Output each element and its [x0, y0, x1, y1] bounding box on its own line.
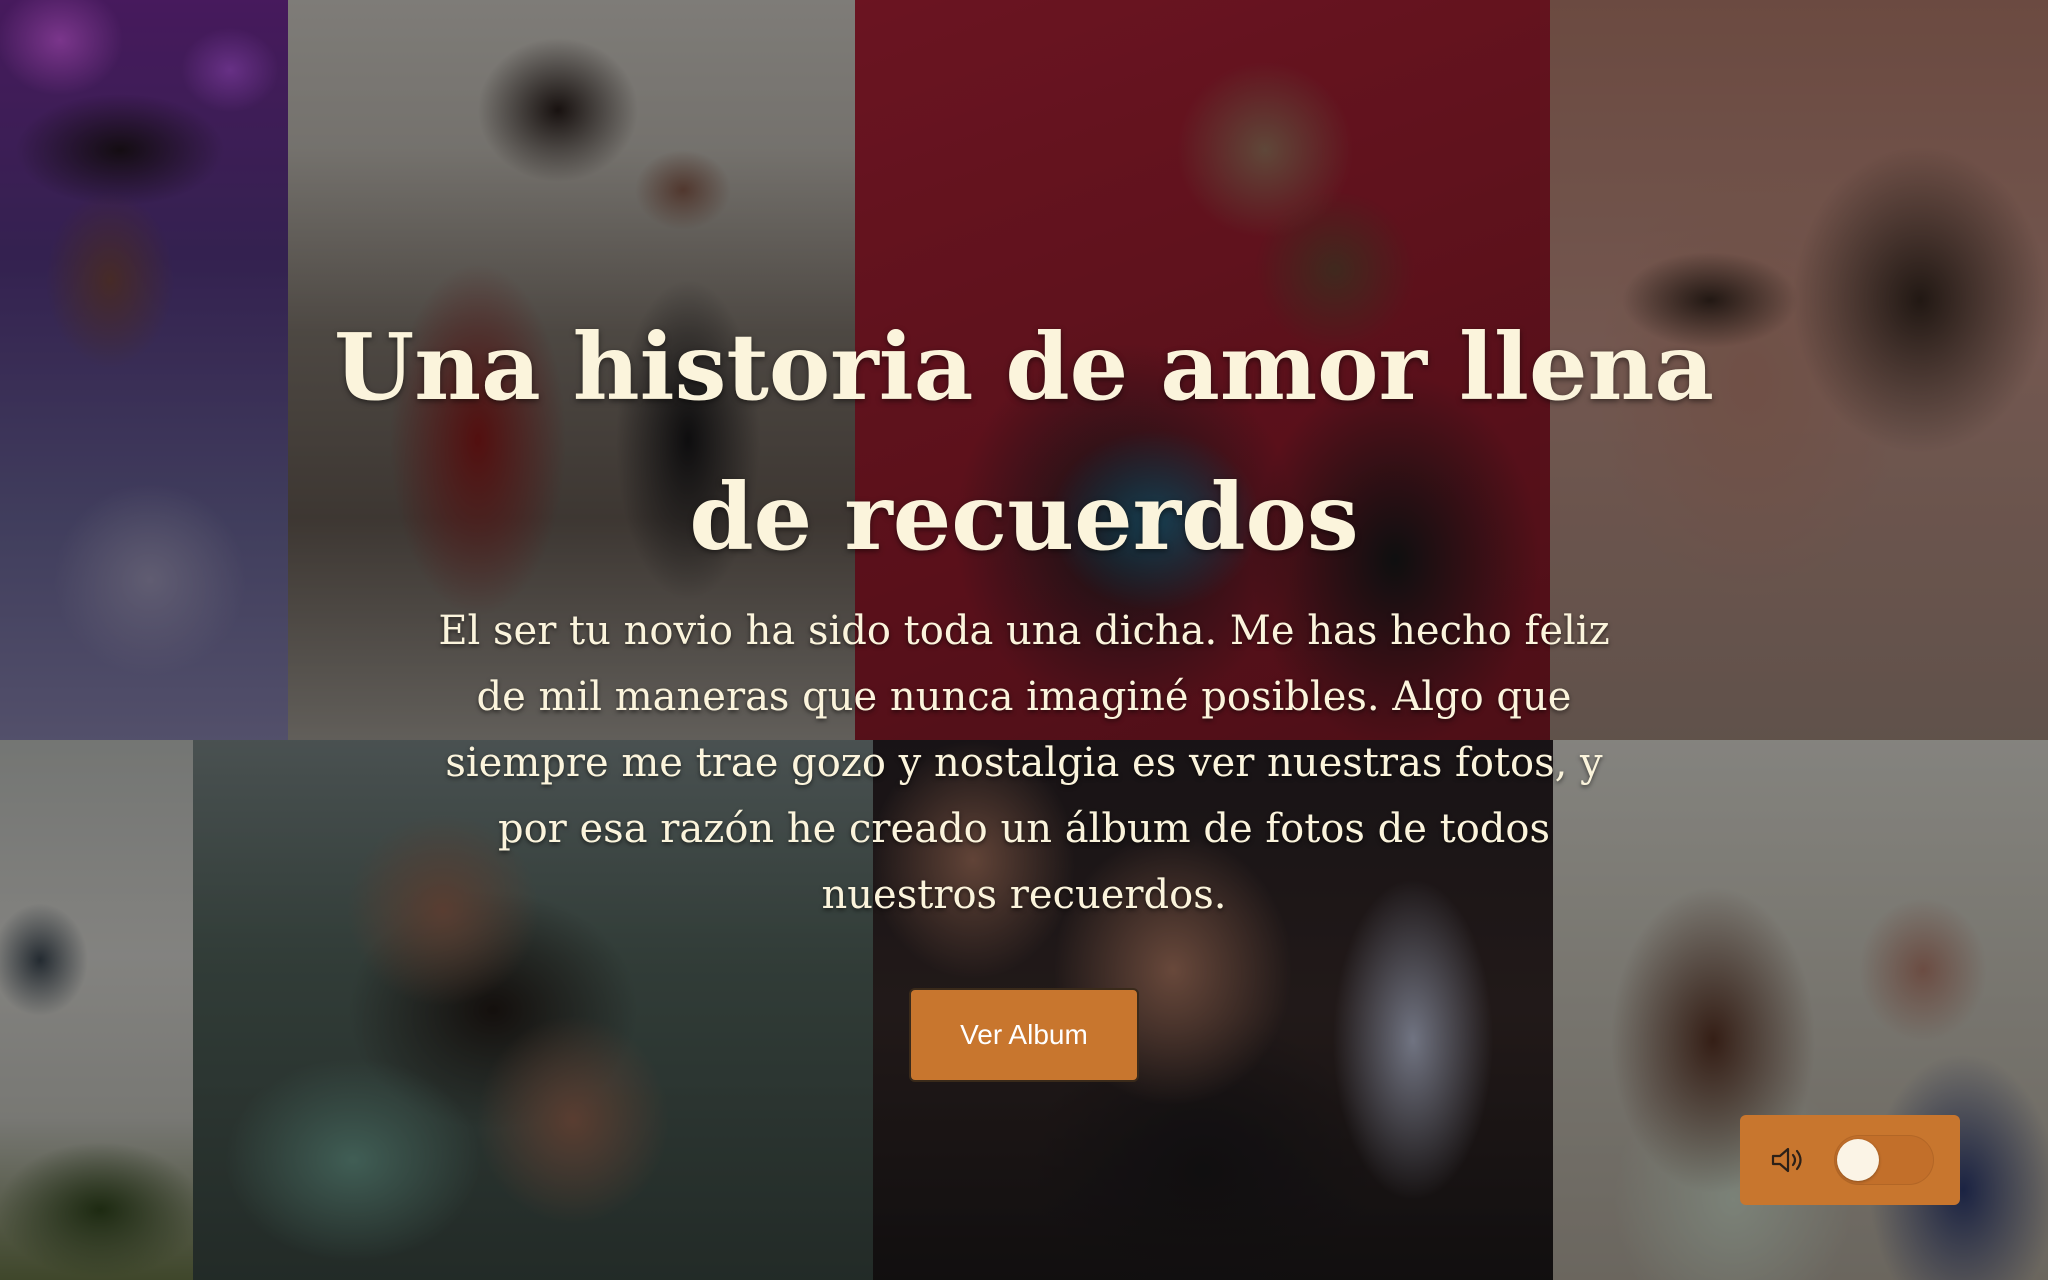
- toggle-knob: [1837, 1139, 1879, 1181]
- audio-control: [1740, 1115, 1960, 1205]
- speaker-icon[interactable]: [1770, 1145, 1808, 1175]
- view-album-button[interactable]: Ver Album: [909, 988, 1139, 1082]
- hero-title: Una historia de amor llena de recuerdos: [334, 313, 1714, 571]
- hero-section: Una historia de amor llena de recuerdos …: [0, 0, 2048, 1280]
- hero-content: Una historia de amor llena de recuerdos …: [0, 0, 2048, 1280]
- hero-description: El ser tu novio ha sido toda una dicha. …: [438, 608, 1610, 918]
- music-toggle[interactable]: [1834, 1135, 1934, 1185]
